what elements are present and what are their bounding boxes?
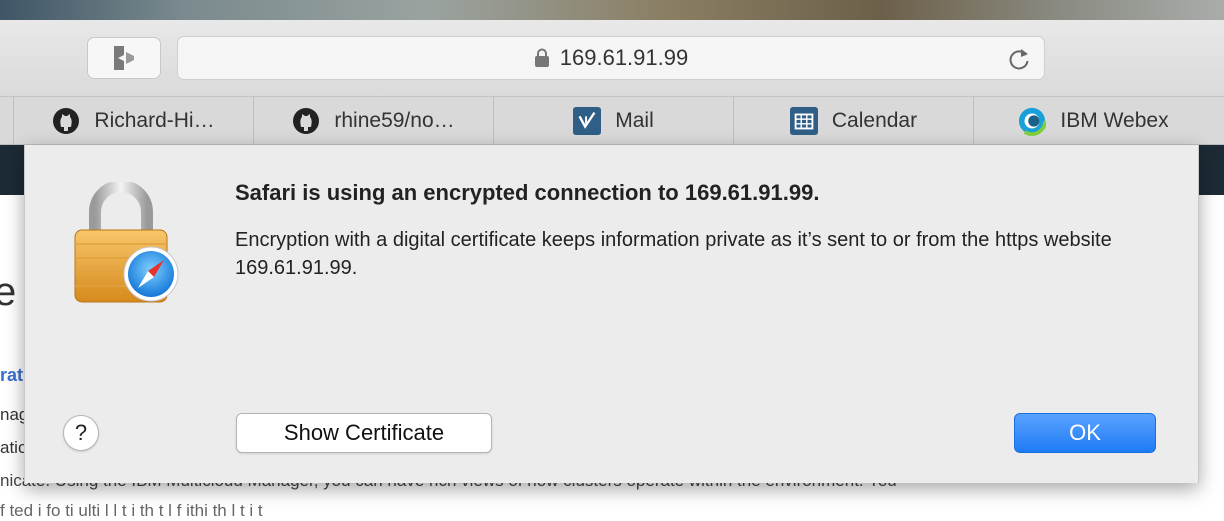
- favorite-label: Richard-Hi…: [94, 109, 215, 132]
- webex-icon: [1018, 106, 1047, 136]
- favorites-bar: Richard-Hi… rhine59/no… Mail Calendar IB…: [0, 96, 1224, 145]
- reload-icon[interactable]: [1006, 46, 1032, 72]
- favorite-ibm-webex[interactable]: IBM Webex: [973, 97, 1213, 145]
- browser-toolbar: 169.61.91.99: [0, 20, 1224, 96]
- desktop-wallpaper: [0, 0, 1224, 20]
- show-certificate-button[interactable]: Show Certificate: [236, 413, 492, 453]
- favorite-label: rhine59/no…: [334, 109, 455, 132]
- github-icon: [292, 107, 320, 135]
- address-bar[interactable]: 169.61.91.99: [177, 36, 1045, 80]
- sidebar-icon: [114, 46, 134, 70]
- calendar-app-icon: [789, 107, 818, 135]
- dialog-message: Encryption with a digital certificate ke…: [235, 229, 1112, 279]
- favorite-label: IBM Webex: [1060, 109, 1169, 132]
- certificate-dialog: Safari is using an encrypted connection …: [24, 145, 1199, 483]
- ok-button[interactable]: OK: [1014, 413, 1156, 453]
- mail-app-icon: [573, 107, 602, 135]
- secure-lock-icon: [74, 182, 179, 303]
- favorite-label: Mail: [615, 109, 654, 132]
- favorite-rhine59[interactable]: rhine59/no…: [253, 97, 493, 145]
- favorite-label: Calendar: [831, 109, 918, 132]
- favorite-calendar[interactable]: Calendar: [733, 97, 973, 145]
- lock-icon: [534, 48, 549, 67]
- page-text: f ted i fo ti ulti l l t i th t l f ithi…: [0, 501, 263, 520]
- favorite-mail[interactable]: Mail: [493, 97, 733, 145]
- sidebar-button[interactable]: [87, 37, 161, 79]
- favorite-richard-hi[interactable]: Richard-Hi…: [13, 97, 253, 145]
- dialog-title: Safari is using an encrypted connection …: [235, 180, 820, 205]
- help-button[interactable]: ?: [63, 415, 99, 451]
- github-icon: [52, 107, 80, 135]
- address-text: 169.61.91.99: [559, 45, 689, 70]
